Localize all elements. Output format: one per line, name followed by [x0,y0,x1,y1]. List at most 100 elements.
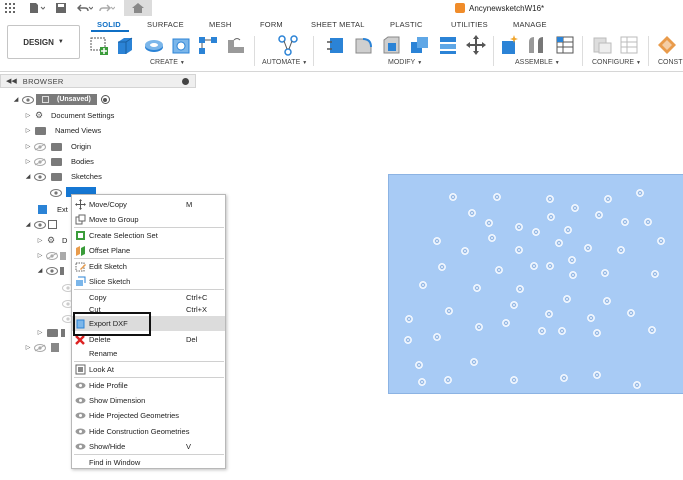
browser-header[interactable]: ◀◀ BROWSER [0,74,196,88]
eye-icon[interactable] [46,266,58,275]
document-tab[interactable]: AncynewsketchW16* [455,2,544,14]
eye-icon[interactable] [34,172,46,181]
pattern-tool[interactable] [197,34,219,56]
configure-tool[interactable] [591,34,613,56]
hole-circle [515,246,523,254]
construct-tool[interactable] [656,34,678,56]
split-body-tool[interactable] [437,34,459,56]
menu-item-offset-plane[interactable]: Offset Plane [72,243,225,258]
group-automate[interactable]: AUTOMATE ▼ [262,59,307,66]
active-tab-indicator [91,30,129,32]
tree-item-document-settings[interactable]: ▷ ⚙ Document Settings [24,109,115,122]
new-component-tool[interactable] [498,34,520,56]
eye-hidden-icon[interactable] [46,251,58,260]
expand-triangle-icon[interactable]: ▷ [24,127,32,134]
undo-icon[interactable] [76,1,94,15]
folder-icon [51,157,62,166]
menu-item-look-at[interactable]: Look At [72,362,225,377]
create-sketch-tool[interactable] [88,34,110,56]
expand-triangle-icon[interactable]: ▷ [36,237,44,244]
menu-item-create-selection-set[interactable]: Create Selection Set [72,228,225,243]
hole-tool[interactable] [170,34,192,56]
tree-item-bodies[interactable]: ▷ Bodies [24,155,94,168]
group-create[interactable]: CREATE ▼ [150,59,185,66]
tree-root[interactable]: ◢ (Unsaved) [12,93,110,106]
eye-icon[interactable] [34,220,46,229]
menu-item-hide-profile[interactable]: Hide Profile [72,378,225,393]
tab-solid[interactable]: SOLID [97,20,121,29]
expand-triangle-icon[interactable]: ▷ [36,252,44,259]
revolve-tool[interactable] [143,34,165,56]
menu-item-shortcut: Ctrl+X [186,304,208,314]
tab-form[interactable]: FORM [260,20,283,29]
menu-item-hide-construction-geometries[interactable]: Hide Construction Geometries [72,424,225,439]
expand-triangle-icon[interactable]: ▷ [24,158,32,165]
collapse-icon[interactable] [182,78,189,85]
expand-triangle-icon[interactable]: ◢ [12,96,20,103]
menu-item-find-in-window[interactable]: Find in Window [72,455,225,470]
tree-item-component-2[interactable]: ▷ [24,341,59,354]
eye-hidden-icon[interactable] [34,157,46,166]
joint-tool[interactable] [526,34,548,56]
menu-item-rename[interactable]: Rename [72,346,225,361]
sketch-profile[interactable] [388,174,683,394]
menu-item-show-hide[interactable]: Show/Hide V [72,439,225,454]
tree-item-sketches-sub[interactable]: ◢ [36,264,64,277]
menu-item-move-copy[interactable]: Move/Copy M [72,197,225,212]
expand-triangle-icon[interactable]: ▷ [24,143,32,150]
menu-item-hide-projected-geometries[interactable]: Hide Projected Geometries [72,408,225,423]
eye-icon[interactable] [50,188,62,197]
home-button[interactable] [124,0,152,16]
workspace-switcher[interactable]: DESIGN ▼ [7,25,80,59]
group-modify[interactable]: MODIFY ▼ [388,59,422,66]
folder-icon [51,172,62,181]
extrude-tool[interactable] [114,34,136,56]
tree-item-origin[interactable]: ▷ Origin [24,140,91,153]
radio-icon[interactable] [100,95,110,104]
expand-triangle-icon[interactable]: ◢ [24,221,32,228]
tree-item-bodies-sub[interactable]: ▷ [36,326,65,339]
menu-item-show-dimension[interactable]: Show Dimension [72,393,225,408]
grid-menu-icon[interactable] [4,1,16,15]
group-configure[interactable]: CONFIGURE ▼ [592,59,641,66]
tree-item-selected-sketch[interactable] [48,186,64,199]
tree-item-component[interactable]: ◢ [24,218,57,231]
tree-item-origin-sub[interactable]: ▷ [36,249,66,262]
tab-manage[interactable]: MANAGE [513,20,547,29]
tab-surface[interactable]: SURFACE [147,20,184,29]
eye-hidden-icon[interactable] [34,343,46,352]
expand-triangle-icon[interactable]: ▷ [24,112,32,119]
press-pull-tool[interactable] [325,34,347,56]
tab-sheet-metal[interactable]: SHEET METAL [311,20,365,29]
tree-item-named-views[interactable]: ▷ Named Views [24,124,101,137]
move-copy-tool[interactable] [465,34,487,56]
automate-tool[interactable] [277,34,299,56]
eye-hidden-icon[interactable] [34,142,46,151]
tab-mesh[interactable]: MESH [209,20,231,29]
expand-triangle-icon[interactable]: ▷ [24,344,32,351]
tab-utilities[interactable]: UTILITIES [451,20,488,29]
file-menu-icon[interactable] [28,1,46,15]
tree-item-extrude[interactable]: Ext [38,203,68,216]
tree-item-doc-settings-sub[interactable]: ▷ ⚙ D [36,234,68,247]
combine-tool[interactable] [409,34,431,56]
tab-plastic[interactable]: PLASTIC [390,20,423,29]
menu-item-slice-sketch[interactable]: Slice Sketch [72,274,225,289]
fillet-tool[interactable] [353,34,375,56]
save-icon[interactable] [55,1,67,15]
menu-item-edit-sketch[interactable]: Edit Sketch [72,259,225,274]
double-chevron-left-icon[interactable]: ◀◀ [6,77,17,85]
group-assemble[interactable]: ASSEMBLE ▼ [515,59,560,66]
group-construct[interactable]: CONST [658,59,683,66]
tree-item-sketches[interactable]: ◢ Sketches [24,170,102,183]
menu-item-move-to-group[interactable]: Move to Group [72,212,225,227]
expand-triangle-icon[interactable]: ◢ [36,267,44,274]
bom-tool[interactable] [554,34,576,56]
eye-icon[interactable] [22,95,34,104]
expand-triangle-icon[interactable]: ▷ [36,329,44,336]
configure-table-tool[interactable] [618,34,640,56]
chamfer-tool[interactable] [381,34,403,56]
expand-triangle-icon[interactable]: ◢ [24,173,32,180]
shell-tool[interactable] [225,34,247,56]
redo-icon[interactable] [98,1,116,15]
